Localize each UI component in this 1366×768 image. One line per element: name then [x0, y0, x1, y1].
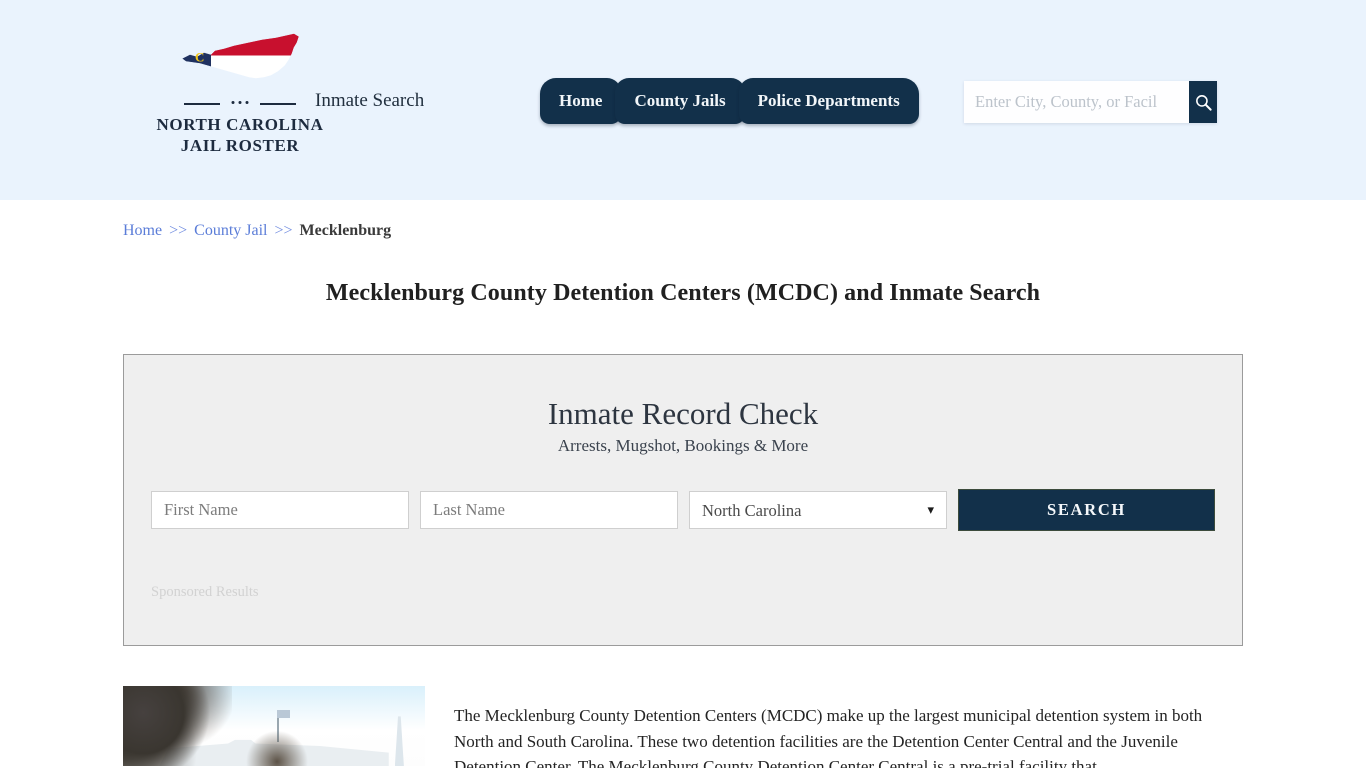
logo-line-1: NORTH CAROLINA: [156, 115, 324, 134]
breadcrumb-item-current: Mecklenburg: [299, 222, 392, 239]
inmate-search-button[interactable]: SEARCH: [958, 489, 1215, 531]
sponsored-inmate-record-check-box: Inmate Record Check Arrests, Mugshot, Bo…: [123, 354, 1243, 646]
breadcrumb-item-county-jail[interactable]: County Jail: [194, 222, 267, 240]
nav-item-police-departments[interactable]: Police Departments: [738, 78, 919, 124]
site-tagline: Inmate Search: [315, 90, 425, 111]
main-navigation: Home County Jails Police Departments: [540, 76, 919, 124]
breadcrumb-separator: >>: [169, 222, 188, 239]
header-search: [964, 81, 1217, 123]
ad-title: Inmate Record Check: [547, 396, 819, 431]
nav-item-county-jails[interactable]: County Jails: [615, 78, 745, 124]
logo-divider: [184, 99, 296, 108]
header-search-button[interactable]: [1189, 81, 1217, 123]
detention-center-photo: [123, 686, 425, 766]
state-select[interactable]: North Carolina: [689, 491, 947, 529]
ad-subtitle: Arrests, Mugshot, Bookings & More: [557, 436, 809, 455]
header-search-input[interactable]: [964, 81, 1189, 123]
page-content: Home >> County Jail >> Mecklenburg Meckl…: [123, 200, 1243, 768]
search-icon: [1195, 94, 1212, 111]
article-section: The Mecklenburg County Detention Centers…: [123, 686, 1243, 768]
first-name-input[interactable]: [151, 491, 409, 529]
north-carolina-state-map-icon: C: [181, 33, 299, 79]
breadcrumb-item-home[interactable]: Home: [123, 222, 162, 240]
svg-text:C: C: [195, 50, 204, 65]
site-logo[interactable]: C NORTH CAROLINA JAIL ROSTER: [155, 25, 325, 156]
breadcrumb: Home >> County Jail >> Mecklenburg: [123, 200, 1243, 240]
nav-item-home[interactable]: Home: [540, 78, 622, 124]
sponsored-results-label: Sponsored Results: [151, 584, 259, 600]
logo-line-2: JAIL ROSTER: [180, 136, 300, 155]
site-header: C NORTH CAROLINA JAIL ROSTER Inmate Sear…: [0, 0, 1366, 200]
breadcrumb-separator: >>: [274, 222, 293, 239]
last-name-input[interactable]: [420, 491, 678, 529]
article-paragraph: The Mecklenburg County Detention Centers…: [454, 706, 1203, 768]
page-title: Mecklenburg County Detention Centers (MC…: [325, 280, 1041, 306]
inmate-search-form: North Carolina ▾ SEARCH: [151, 489, 1215, 531]
state-select-wrapper: North Carolina ▾: [678, 491, 947, 529]
